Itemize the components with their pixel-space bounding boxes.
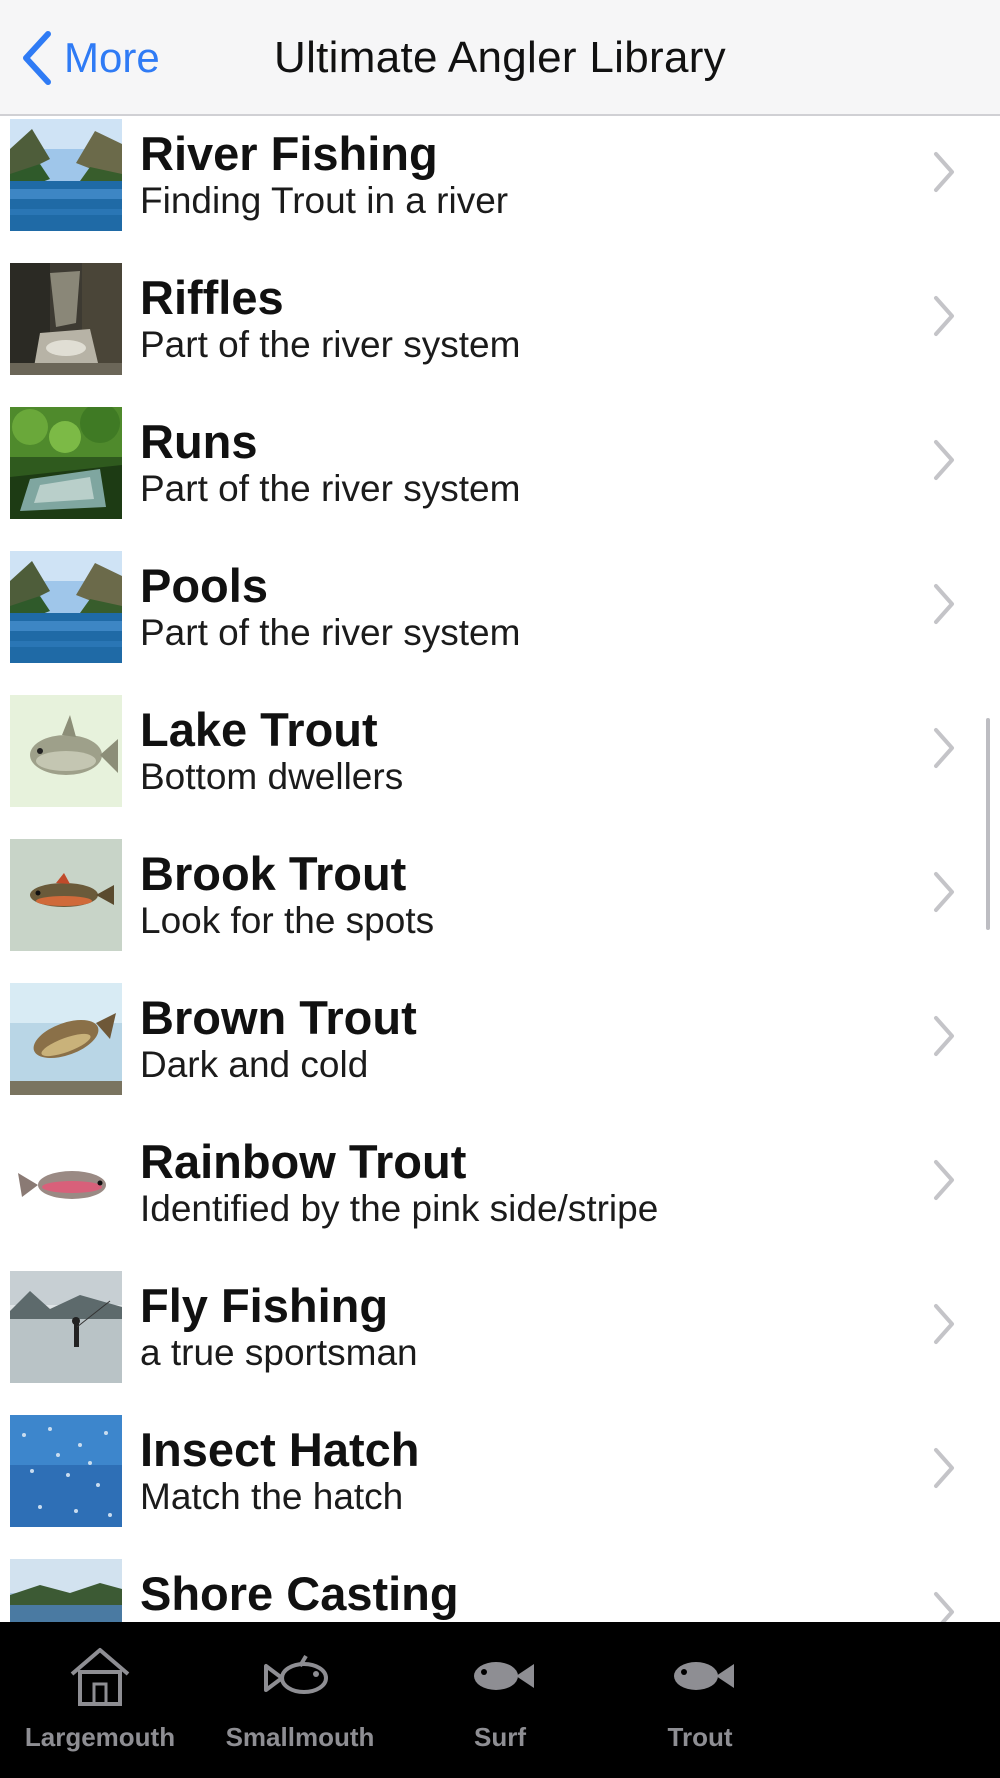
- list-item[interactable]: Brook Trout Look for the spots: [0, 836, 1000, 980]
- brook-trout-thumbnail: [10, 839, 122, 951]
- list-item[interactable]: Runs Part of the river system: [0, 404, 1000, 548]
- list-item-title: Brook Trout: [140, 847, 407, 900]
- insect-hatch-thumbnail: [10, 1415, 122, 1527]
- list-item-subtitle: Identified by the pink side/stripe: [140, 1188, 659, 1229]
- tab-label: Largemouth: [24, 1722, 176, 1752]
- list-item[interactable]: Rainbow Trout Identified by the pink sid…: [0, 1124, 1000, 1268]
- mountain-river-thumbnail: [10, 119, 122, 231]
- list-item-subtitle: Part of the river system: [140, 612, 521, 653]
- list-item-title: Pools: [140, 559, 268, 612]
- list-item-title: Lake Trout: [140, 703, 378, 756]
- tab-bar: Largemouth Smallmouth Surf Trout: [0, 1622, 1000, 1778]
- house-icon: [70, 1648, 130, 1706]
- list-item-subtitle: Part of the river system: [140, 468, 521, 509]
- list-item-title: Riffles: [140, 271, 284, 324]
- chevron-right-icon: [934, 1016, 954, 1056]
- list-item[interactable]: Insect Hatch Match the hatch: [0, 1412, 1000, 1556]
- forest-stream-thumbnail: [10, 407, 122, 519]
- list-item-subtitle: Match the hatch: [140, 1476, 404, 1517]
- fish-outline-icon: [264, 1654, 328, 1694]
- tab-label: Smallmouth: [225, 1722, 375, 1752]
- chevron-right-icon: [934, 1448, 954, 1488]
- tab-surf[interactable]: Surf: [400, 1622, 600, 1778]
- tab-smallmouth[interactable]: Smallmouth: [200, 1622, 400, 1778]
- chevron-right-icon: [934, 872, 954, 912]
- rocky-stream-thumbnail: [10, 263, 122, 375]
- lake-trout-thumbnail: [10, 695, 122, 807]
- chevron-right-icon: [934, 1592, 954, 1622]
- list-item[interactable]: Riffles Part of the river system: [0, 260, 1000, 404]
- chevron-right-icon: [934, 1160, 954, 1200]
- shoreline-thumbnail: [10, 1559, 122, 1622]
- brown-trout-thumbnail: [10, 983, 122, 1095]
- list-item-title: Brown Trout: [140, 991, 417, 1044]
- list-item-subtitle: Bottom dwellers: [140, 756, 404, 797]
- list-item-subtitle: a true sportsman: [140, 1332, 418, 1373]
- page-title: Ultimate Angler Library: [274, 33, 726, 82]
- list-item-subtitle: Finding Trout in a river: [140, 180, 509, 221]
- tab-trout[interactable]: Trout: [600, 1622, 800, 1778]
- list-item[interactable]: River Fishing Finding Trout in a river: [0, 116, 1000, 260]
- chevron-right-icon: [934, 152, 954, 192]
- chevron-right-icon: [934, 296, 954, 336]
- list-item[interactable]: Lake Trout Bottom dwellers: [0, 692, 1000, 836]
- chevron-right-icon: [934, 440, 954, 480]
- navigation-bar: More Ultimate Angler Library: [0, 0, 1000, 116]
- list-item-subtitle: Part of the river system: [140, 324, 521, 365]
- list-item-title: Insect Hatch: [140, 1423, 420, 1476]
- scroll-indicator[interactable]: [986, 718, 990, 930]
- tab-label: Trout: [667, 1722, 733, 1752]
- list-item-subtitle: Look for the spots: [140, 900, 435, 941]
- fish-icon: [474, 1662, 534, 1690]
- fish-icon: [674, 1662, 734, 1690]
- list-item-title: Runs: [140, 415, 258, 468]
- list-item[interactable]: Brown Trout Dark and cold: [0, 980, 1000, 1124]
- list-item[interactable]: Shore Casting: [0, 1556, 1000, 1622]
- list-item-title: Shore Casting: [140, 1567, 459, 1620]
- chevron-right-icon: [934, 584, 954, 624]
- list-item[interactable]: Pools Part of the river system: [0, 548, 1000, 692]
- list-item-title: Fly Fishing: [140, 1279, 389, 1332]
- tab-label: Surf: [474, 1722, 526, 1752]
- fly-fisher-thumbnail: [10, 1271, 122, 1383]
- tab-largemouth[interactable]: Largemouth: [0, 1622, 200, 1778]
- list-item-title: Rainbow Trout: [140, 1135, 467, 1188]
- list-item-title: River Fishing: [140, 127, 438, 180]
- article-list[interactable]: River Fishing Finding Trout in a river R…: [0, 116, 1000, 1622]
- chevron-right-icon: [934, 728, 954, 768]
- rainbow-trout-thumbnail: [10, 1127, 122, 1239]
- chevron-right-icon: [934, 1304, 954, 1344]
- list-item-subtitle: Dark and cold: [140, 1044, 369, 1085]
- list-item[interactable]: Fly Fishing a true sportsman: [0, 1268, 1000, 1412]
- mountain-river-thumbnail: [10, 551, 122, 663]
